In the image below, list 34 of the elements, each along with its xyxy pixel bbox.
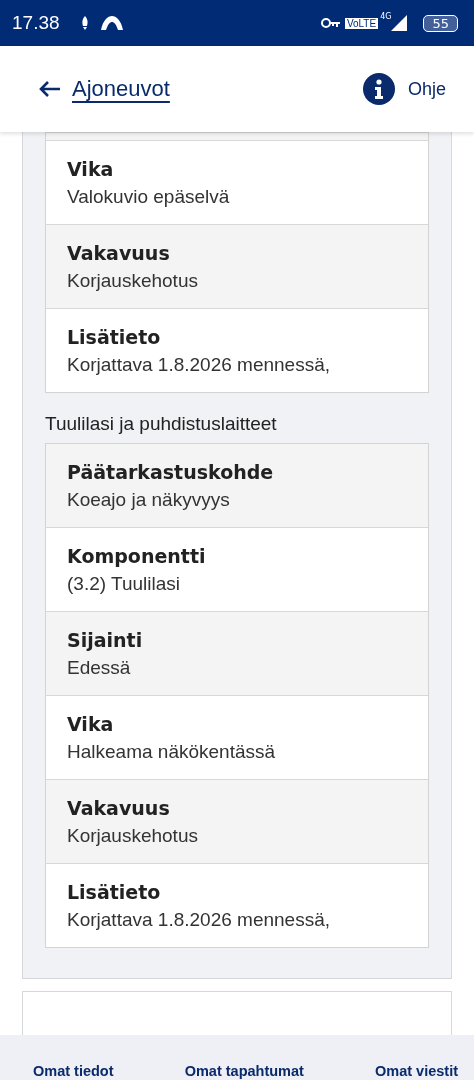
field-value: Valokuvio epäselvä [67,185,231,209]
field-value: Korjattava 1.8.2026 mennessä, [67,353,331,377]
nav-link[interactable]: Omat tiedot [33,1062,114,1080]
clock-time: 17.38 [12,12,60,34]
help-link[interactable]: Ohje [407,78,446,100]
back-link[interactable]: Ajoneuvot [72,76,170,102]
field-value: Koeajo ja näkyvyys [67,488,231,512]
mountain-icon [99,15,124,31]
battery-indicator: 55 [423,14,458,32]
field-value: Edessä [67,656,132,680]
field-label: Sijainti [67,628,144,653]
nav-link[interactable]: Omat tapahtumat [184,1062,304,1080]
field-label: Vakavuus [67,796,171,821]
field-label: Vika [67,157,115,182]
nav-link[interactable]: Omat viestit [375,1062,458,1080]
field-label: Komponentti [67,544,207,569]
network-type: 4G [380,12,392,21]
field-value: Halkeama näkökentässä [67,740,277,764]
field-label: Vika [67,712,115,737]
info-icon[interactable] [361,72,396,106]
field-value: Korjauskehotus [67,269,199,293]
volte-badge: VoLTE [344,17,379,29]
field-label: Lisätieto [67,325,162,350]
key-icon [320,17,341,29]
field-value: Korjattava 1.8.2026 mennessä, [67,908,331,932]
rocket-icon [79,15,90,31]
field-value: (3.2) Tuulilasi [67,572,181,596]
field-label: Päätarkastuskohde [67,460,275,485]
field-label: Lisätieto [67,880,162,905]
section-title: Tuulilasi ja puhdistuslaitteet [45,412,278,436]
signal-icon [391,15,408,31]
field-value: Korjauskehotus [67,824,199,848]
back-arrow-icon[interactable] [38,80,62,98]
field-label: Vakavuus [67,241,171,266]
